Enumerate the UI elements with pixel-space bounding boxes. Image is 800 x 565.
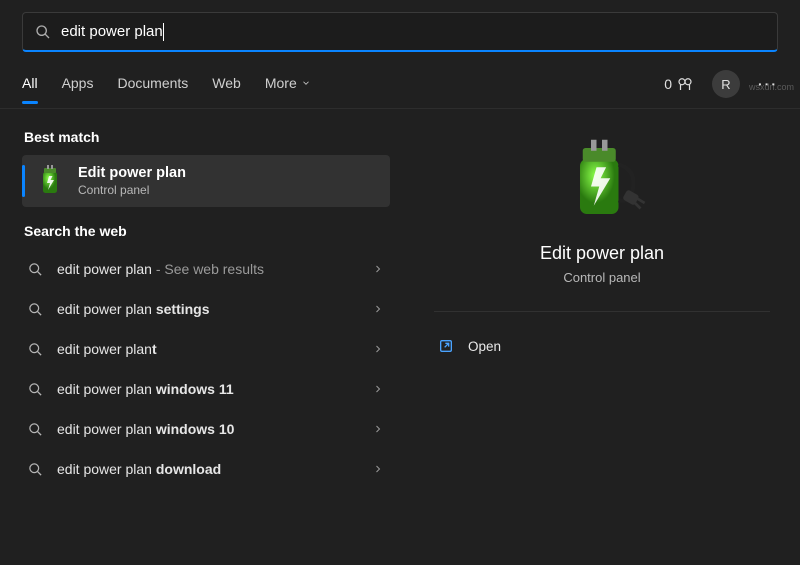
best-match-text: Edit power plan Control panel — [78, 165, 186, 197]
tab-apps[interactable]: Apps — [62, 75, 94, 103]
power-plan-icon — [34, 165, 66, 197]
rewards-count: 0 — [664, 76, 672, 92]
user-avatar[interactable]: R — [712, 70, 740, 98]
section-best-match-header: Best match — [24, 129, 388, 145]
search-icon — [28, 262, 43, 277]
chevron-right-icon — [372, 263, 384, 275]
detail-pane: Edit power plan Control panel Open — [390, 123, 792, 489]
search-icon — [28, 382, 43, 397]
open-label: Open — [468, 339, 501, 354]
detail-title: Edit power plan — [540, 243, 664, 264]
results-content: Best match Edit power plan Control panel… — [0, 109, 800, 489]
web-result-text: edit power plan windows 11 — [57, 381, 372, 397]
chevron-down-icon — [301, 78, 311, 88]
filter-tabs-row: All Apps Documents Web More 0 R ··· — [0, 52, 800, 109]
search-icon — [35, 24, 51, 40]
section-search-web-header: Search the web — [24, 223, 388, 239]
chevron-right-icon — [372, 343, 384, 355]
web-result-text: edit power plan download — [57, 461, 372, 477]
results-left-column: Best match Edit power plan Control panel… — [22, 123, 390, 489]
web-result-item[interactable]: edit power plan download — [22, 449, 390, 489]
best-match-title: Edit power plan — [78, 165, 186, 181]
search-input-text[interactable]: edit power plan — [61, 23, 163, 40]
open-icon — [438, 338, 454, 354]
chevron-right-icon — [372, 423, 384, 435]
search-icon — [28, 462, 43, 477]
web-result-item[interactable]: edit power plan windows 10 — [22, 409, 390, 449]
chevron-right-icon — [372, 383, 384, 395]
tab-more[interactable]: More — [265, 75, 311, 103]
web-result-item[interactable]: edit power plant — [22, 329, 390, 369]
search-icon — [28, 302, 43, 317]
web-result-text: edit power plan windows 10 — [57, 421, 372, 437]
best-match-item[interactable]: Edit power plan Control panel — [22, 155, 390, 207]
rewards-button[interactable]: 0 — [664, 75, 694, 93]
filter-tabs: All Apps Documents Web More — [22, 75, 311, 103]
tab-web[interactable]: Web — [212, 75, 241, 103]
detail-card: Edit power plan Control panel — [434, 131, 770, 312]
web-results-list: edit power plan - See web results edit po… — [22, 249, 390, 489]
web-result-item[interactable]: edit power plan - See web results — [22, 249, 390, 289]
chevron-right-icon — [372, 303, 384, 315]
web-result-item[interactable]: edit power plan windows 11 — [22, 369, 390, 409]
detail-actions: Open — [434, 312, 770, 366]
web-result-text: edit power plan - See web results — [57, 261, 372, 277]
open-action[interactable]: Open — [434, 326, 770, 366]
chevron-right-icon — [372, 463, 384, 475]
tab-all[interactable]: All — [22, 75, 38, 103]
search-icon — [28, 342, 43, 357]
power-plan-large-icon — [558, 137, 646, 225]
web-result-item[interactable]: edit power plan settings — [22, 289, 390, 329]
rewards-icon — [676, 75, 694, 93]
best-match-subtitle: Control panel — [78, 183, 186, 197]
tab-more-label: More — [265, 75, 297, 91]
tab-documents[interactable]: Documents — [117, 75, 188, 103]
web-result-text: edit power plan settings — [57, 301, 372, 317]
web-result-text: edit power plant — [57, 341, 372, 357]
search-bar[interactable]: edit power plan — [22, 12, 778, 52]
watermark-text: wsxdn.com — [749, 82, 794, 92]
detail-subtitle: Control panel — [563, 270, 640, 285]
search-icon — [28, 422, 43, 437]
text-cursor — [163, 23, 164, 41]
